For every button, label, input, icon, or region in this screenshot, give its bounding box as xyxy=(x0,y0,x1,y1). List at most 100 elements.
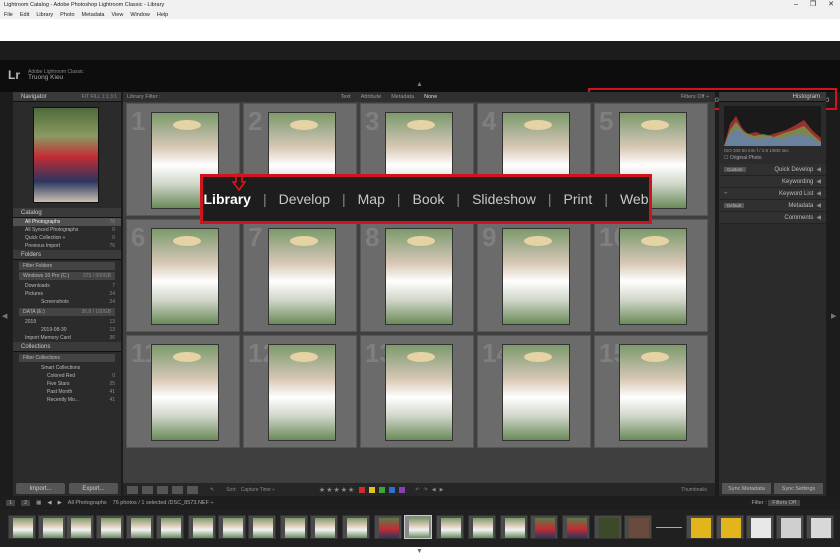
navigator-preview[interactable] xyxy=(33,107,99,203)
grid-cell[interactable]: 15 xyxy=(594,335,708,448)
filmstrip-source[interactable]: All Photographs xyxy=(68,500,107,506)
quick-develop-header[interactable]: Custom Quick Develop ◀ xyxy=(719,164,826,176)
filmstrip-thumb[interactable] xyxy=(126,515,154,539)
menu-window[interactable]: Window xyxy=(130,12,150,18)
filmstrip-thumb[interactable] xyxy=(746,515,774,539)
grid-cell[interactable]: 14 xyxy=(477,335,591,448)
catalog-item[interactable]: All Synced Photographs 0 xyxy=(13,226,121,234)
label-yellow[interactable] xyxy=(369,486,376,493)
rotate-right-icon[interactable]: ↷ xyxy=(424,487,428,493)
catalog-item[interactable]: Quick Collection + 0 xyxy=(13,234,121,242)
filmstrip-thumb[interactable] xyxy=(806,515,834,539)
grid-cell[interactable]: 13 xyxy=(360,335,474,448)
top-panel-toggle-icon[interactable]: ▲ xyxy=(416,81,423,88)
quick-develop-preset[interactable]: Custom xyxy=(724,167,746,172)
import-button[interactable]: Import... xyxy=(16,483,65,494)
menu-view[interactable]: View xyxy=(111,12,123,18)
volume-e[interactable]: DATA (E:) 36.8 / 100GB xyxy=(19,308,115,316)
filmstrip-thumb[interactable] xyxy=(776,515,804,539)
filmstrip-thumb[interactable] xyxy=(436,515,464,539)
filmstrip-thumb[interactable] xyxy=(38,515,66,539)
zoom-module-slideshow[interactable]: Slideshow xyxy=(460,191,548,207)
zoom-module-web[interactable]: Web xyxy=(608,191,661,207)
catalog-item[interactable]: Previous Import 76 xyxy=(13,242,121,250)
previous-icon[interactable]: ◀ xyxy=(432,487,436,493)
zoom-module-library[interactable]: Library xyxy=(192,191,263,207)
maximize-button[interactable]: ❐ xyxy=(810,0,816,10)
grid-cell[interactable]: 11 xyxy=(126,335,240,448)
filter-none[interactable]: None xyxy=(424,94,437,100)
left-panel-toggle-icon[interactable]: ◀ xyxy=(2,312,7,320)
filmstrip-thumb[interactable] xyxy=(8,515,36,539)
filmstrip-thumb[interactable] xyxy=(310,515,338,539)
sync-settings-button[interactable]: Sync Settings xyxy=(774,483,823,494)
label-purple[interactable] xyxy=(399,486,406,493)
menu-photo[interactable]: Photo xyxy=(60,12,74,18)
export-button[interactable]: Export... xyxy=(69,483,118,494)
histogram-header[interactable]: Histogram xyxy=(719,92,826,102)
filmstrip-thumb-selected[interactable] xyxy=(404,515,432,539)
filmstrip-thumb[interactable] xyxy=(594,515,622,539)
original-photo-checkbox[interactable]: ☐ Original Photo xyxy=(724,155,762,161)
filmstrip-thumb[interactable] xyxy=(342,515,370,539)
filmstrip-thumb[interactable] xyxy=(96,515,124,539)
filmstrip-info[interactable]: 76 photos / 1 selected /DSC_8573.NEF ÷ xyxy=(113,500,214,506)
zoom-module-develop[interactable]: Develop xyxy=(267,191,342,207)
filter-metadata[interactable]: Metadata xyxy=(391,94,414,100)
filmstrip-thumb[interactable] xyxy=(562,515,590,539)
add-keyword-icon[interactable]: + xyxy=(724,191,728,197)
grid-icon[interactable]: ▦ xyxy=(36,500,41,506)
collection-item[interactable]: Five Stars 25 xyxy=(13,380,121,388)
folder-item[interactable]: 2019-08-30 13 xyxy=(13,326,121,334)
close-button[interactable]: ✕ xyxy=(828,0,834,10)
forward-icon[interactable]: ▶ xyxy=(58,500,62,506)
right-panel-toggle-icon[interactable]: ▶ xyxy=(831,312,836,320)
filmstrip-thumb[interactable] xyxy=(686,515,714,539)
filmstrip-thumb[interactable] xyxy=(218,515,246,539)
people-view-icon[interactable] xyxy=(187,485,198,494)
menu-file[interactable]: File xyxy=(4,12,13,18)
filter-attribute[interactable]: Attribute xyxy=(361,94,381,100)
back-icon[interactable]: ◀ xyxy=(47,500,51,506)
rotate-left-icon[interactable]: ↶ xyxy=(415,487,419,493)
menu-help[interactable]: Help xyxy=(157,12,168,18)
keyword-list-header[interactable]: + Keyword List ◀ xyxy=(719,188,826,200)
filmstrip-thumb[interactable] xyxy=(500,515,528,539)
folder-item[interactable]: Downloads 7 xyxy=(13,282,121,290)
folder-item[interactable]: Import Memory Card 36 xyxy=(13,334,121,342)
collection-item[interactable]: Smart Collections xyxy=(13,364,121,372)
filmstrip-thumb[interactable] xyxy=(374,515,402,539)
label-blue[interactable] xyxy=(389,486,396,493)
comments-header[interactable]: Comments ◀ xyxy=(719,212,826,224)
grid-cell[interactable]: 10 xyxy=(594,219,708,332)
page-1-button[interactable]: 1 xyxy=(6,499,16,506)
sort-dropdown[interactable]: Capture Time ÷ xyxy=(241,487,275,493)
label-red[interactable] xyxy=(359,486,366,493)
filmstrip-thumb[interactable] xyxy=(624,515,652,539)
catalog-header[interactable]: Catalog xyxy=(13,208,121,218)
collection-item[interactable]: Past Month 41 xyxy=(13,388,121,396)
label-green[interactable] xyxy=(379,486,386,493)
grid-cell[interactable]: 9 xyxy=(477,219,591,332)
grid-cell[interactable]: 8 xyxy=(360,219,474,332)
collection-item[interactable]: Recently Mo... 41 xyxy=(13,396,121,404)
metadata-preset[interactable]: Default xyxy=(724,203,745,208)
filter-value[interactable]: Filters Off xyxy=(768,499,800,506)
grid-cell[interactable]: 6 xyxy=(126,219,240,332)
menu-metadata[interactable]: Metadata xyxy=(82,12,105,18)
next-icon[interactable]: ▶ xyxy=(440,487,444,493)
compare-view-icon[interactable] xyxy=(157,485,168,494)
filmstrip-thumb[interactable] xyxy=(188,515,216,539)
collection-item[interactable]: Colored Red 0 xyxy=(13,372,121,380)
painter-icon[interactable]: ✎ xyxy=(210,487,214,493)
filmstrip-filter[interactable]: Filter : Filters Off xyxy=(751,499,800,506)
filmstrip-thumb[interactable] xyxy=(248,515,276,539)
bottom-panel-toggle-icon[interactable]: ▼ xyxy=(416,548,423,555)
grid-view-icon[interactable] xyxy=(127,485,138,494)
zoom-module-book[interactable]: Book xyxy=(401,191,457,207)
filmstrip-thumb[interactable] xyxy=(716,515,744,539)
sync-metadata-button[interactable]: Sync Metadata xyxy=(722,483,771,494)
volume-c[interactable]: Windows 10 Pro (C:) 375 / 500GB xyxy=(19,272,115,280)
filter-text[interactable]: Text xyxy=(341,94,351,100)
grid-cell[interactable]: 7 xyxy=(243,219,357,332)
